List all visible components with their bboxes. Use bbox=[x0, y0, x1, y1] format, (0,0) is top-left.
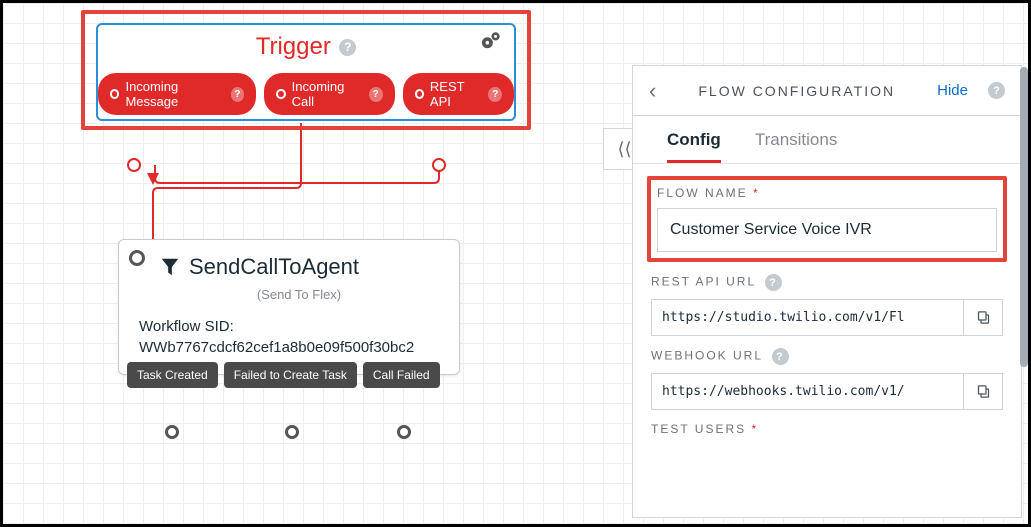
help-icon[interactable]: ? bbox=[988, 82, 1005, 99]
trigger-pill-rest-api[interactable]: REST API ? bbox=[403, 73, 515, 115]
help-icon[interactable]: ? bbox=[772, 348, 789, 365]
required-star: * bbox=[751, 422, 758, 436]
connector-port[interactable] bbox=[432, 158, 446, 172]
output-port[interactable] bbox=[285, 425, 299, 439]
help-icon[interactable]: ? bbox=[488, 87, 502, 102]
port-out-icon[interactable] bbox=[110, 89, 119, 99]
workflow-sid-label: Workflow SID: bbox=[139, 316, 439, 337]
panel-title: FLOW CONFIGURATION bbox=[672, 83, 921, 99]
config-panel: ‹ FLOW CONFIGURATION Hide ? Config Trans… bbox=[632, 65, 1022, 518]
flow-name-highlight: FLOW NAME * bbox=[647, 176, 1007, 262]
widget-subtitle: (Send To Flex) bbox=[159, 287, 439, 302]
trigger-title: Trigger bbox=[256, 33, 331, 61]
copy-icon bbox=[976, 310, 991, 325]
pill-label: Incoming Message bbox=[125, 79, 224, 109]
hide-button[interactable]: Hide bbox=[937, 82, 968, 99]
help-icon[interactable]: ? bbox=[339, 39, 356, 56]
output-port[interactable] bbox=[397, 425, 411, 439]
out-pill-failed-create[interactable]: Failed to Create Task bbox=[224, 362, 357, 388]
webhook-url-field[interactable]: https://webhooks.twilio.com/v1/ bbox=[651, 373, 963, 410]
flow-name-label: FLOW NAME bbox=[657, 186, 748, 200]
send-call-to-agent-widget[interactable]: SendCallToAgent (Send To Flex) Workflow … bbox=[118, 239, 460, 375]
required-star: * bbox=[753, 186, 760, 200]
out-pill-call-failed[interactable]: Call Failed bbox=[363, 362, 440, 388]
pill-label: REST API bbox=[430, 79, 483, 109]
widget-input-port[interactable] bbox=[129, 250, 145, 266]
scrollbar-thumb[interactable] bbox=[1020, 67, 1028, 367]
copy-button[interactable] bbox=[963, 373, 1003, 410]
pill-label: Incoming Call bbox=[292, 79, 363, 109]
rest-api-url-field[interactable]: https://studio.twilio.com/v1/Fl bbox=[651, 299, 963, 336]
tab-transitions[interactable]: Transitions bbox=[755, 130, 838, 163]
tab-config[interactable]: Config bbox=[667, 130, 721, 163]
widget-title: SendCallToAgent bbox=[159, 254, 359, 280]
webhook-url-label: WEBHOOK URL bbox=[651, 349, 763, 363]
help-icon[interactable]: ? bbox=[369, 87, 383, 102]
connector-port[interactable] bbox=[127, 158, 141, 172]
trigger-pill-incoming-call[interactable]: Incoming Call ? bbox=[264, 73, 394, 115]
panel-scrollbar[interactable] bbox=[1020, 67, 1028, 518]
trigger-widget[interactable]: Trigger ? Incoming Message ? Incoming Ca… bbox=[96, 23, 516, 121]
rest-api-url-label: REST API URL bbox=[651, 275, 756, 289]
settings-gears-icon[interactable] bbox=[480, 30, 502, 54]
port-out-icon[interactable] bbox=[276, 89, 285, 99]
back-button[interactable]: ‹ bbox=[649, 78, 656, 104]
trigger-pill-incoming-message[interactable]: Incoming Message ? bbox=[98, 73, 256, 115]
flex-icon bbox=[159, 256, 181, 278]
copy-icon bbox=[976, 384, 991, 399]
help-icon[interactable]: ? bbox=[231, 87, 245, 102]
port-out-icon[interactable] bbox=[415, 89, 424, 99]
out-pill-task-created[interactable]: Task Created bbox=[127, 362, 218, 388]
output-port[interactable] bbox=[165, 425, 179, 439]
canvas[interactable]: Trigger ? Incoming Message ? Incoming Ca… bbox=[3, 3, 1028, 524]
flow-name-input[interactable] bbox=[657, 208, 997, 252]
copy-button[interactable] bbox=[963, 299, 1003, 336]
test-users-label: TEST USERS bbox=[651, 422, 746, 436]
help-icon[interactable]: ? bbox=[765, 274, 782, 291]
chevron-double-left-icon: ⟨⟨ bbox=[617, 139, 631, 160]
workflow-sid-value: WWb7767cdcf62cef1a8b0e09f500f30bc2 bbox=[139, 337, 439, 358]
